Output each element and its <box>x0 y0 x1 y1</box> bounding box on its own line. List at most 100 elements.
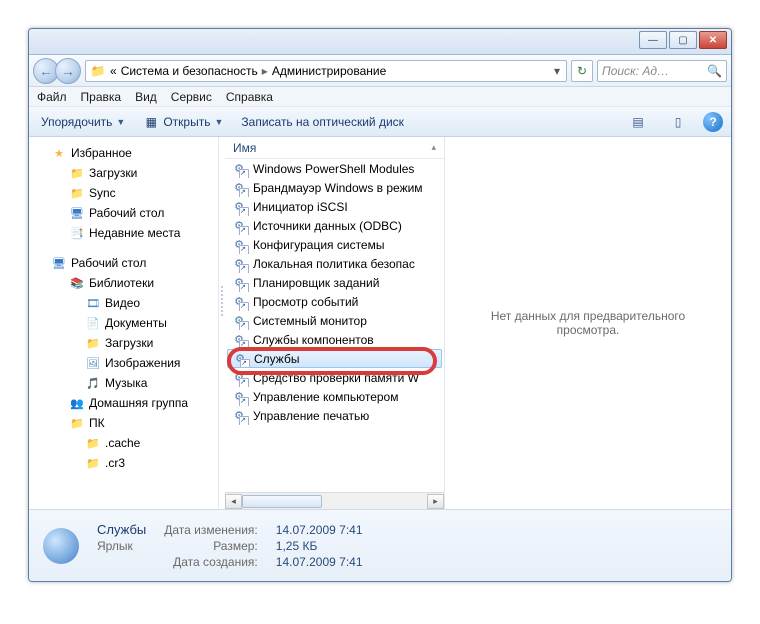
breadcrumb-admin[interactable]: Администрирование <box>272 64 386 78</box>
music-icon: 🎵 <box>85 376 101 390</box>
file-name: Управление компьютером <box>253 390 398 404</box>
file-name: Windows PowerShell Modules <box>253 162 414 176</box>
body: ★ Избранное 📁Загрузки 📁Sync 🖥Рабочий сто… <box>29 137 731 509</box>
homegroup-icon: 👥 <box>69 396 85 410</box>
menu-help[interactable]: Справка <box>226 90 273 104</box>
preview-empty-text: Нет данных для предварительного просмотр… <box>465 309 711 337</box>
help-button[interactable]: ? <box>703 112 723 132</box>
tree-fav-sync[interactable]: 📁 Sync <box>29 183 218 203</box>
organize-label: Упорядочить <box>41 115 112 129</box>
tree-favorites[interactable]: ★ Избранное <box>29 143 218 163</box>
tree-desktop[interactable]: 🖥Рабочий стол <box>29 253 218 273</box>
file-row[interactable]: ⚙ Управление компьютером <box>225 387 444 406</box>
file-name: Источники данных (ODBC) <box>253 219 402 233</box>
shortcut-icon: ⚙ <box>231 313 247 329</box>
menu-view[interactable]: Вид <box>135 90 157 104</box>
breadcrumb-system[interactable]: Система и безопасность <box>121 64 258 78</box>
tree-lib-documents[interactable]: 📄 Документы <box>29 313 218 333</box>
gear-icon <box>43 528 79 564</box>
file-pane: Имя ▴ ⚙Windows PowerShell Modules⚙Брандм… <box>225 137 445 509</box>
tree-fav-downloads[interactable]: 📁Загрузки <box>29 163 218 183</box>
menu-file[interactable]: Файл <box>37 90 67 104</box>
minimize-button[interactable]: — <box>639 31 667 49</box>
folder-icon: 📁 <box>85 456 101 470</box>
file-row[interactable]: ⚙Средство проверки памяти W <box>225 368 444 387</box>
shortcut-icon: ⚙ <box>231 256 247 272</box>
shortcut-icon: ⚙ <box>231 218 247 234</box>
tree-pc[interactable]: 📁ПК <box>29 413 218 433</box>
file-row[interactable]: ⚙Брандмауэр Windows в режим <box>225 178 444 197</box>
tree-pc-cr3[interactable]: 📁 .cr3 <box>29 453 218 473</box>
file-row[interactable]: ⚙ Источники данных (ODBC) <box>225 216 444 235</box>
details-size-label: Размер: <box>164 539 258 553</box>
file-row[interactable]: ⚙Службы <box>227 349 442 368</box>
shortcut-icon: ⚙ <box>231 408 247 424</box>
nav-tree: ★ Избранное 📁Загрузки 📁Sync 🖥Рабочий сто… <box>29 137 219 509</box>
file-row[interactable]: ⚙Управление печатью <box>225 406 444 425</box>
file-row[interactable]: ⚙Локальная политика безопас <box>225 254 444 273</box>
file-row[interactable]: ⚙Системный монитор <box>225 311 444 330</box>
tree-pc-cache[interactable]: 📁.cache <box>29 433 218 453</box>
scroll-thumb[interactable] <box>242 495 322 508</box>
file-name: Планировщик заданий <box>253 276 379 290</box>
tree-lib-downloads[interactable]: 📁 Загрузки <box>29 333 218 353</box>
tree-lib-images[interactable]: 🖼Изображения <box>29 353 218 373</box>
desktop-icon: 🖥 <box>51 256 67 270</box>
h-scrollbar[interactable]: ◂ ▸ <box>225 492 444 509</box>
folder-icon: 📁 <box>85 336 101 350</box>
label: Загрузки <box>89 166 137 180</box>
menu-edit[interactable]: Правка <box>81 90 122 104</box>
refresh-button[interactable]: ↻ <box>571 60 593 82</box>
file-row[interactable]: ⚙Windows PowerShell Modules <box>225 159 444 178</box>
tree-fav-desktop[interactable]: 🖥Рабочий стол <box>29 203 218 223</box>
preview-pane: Нет данных для предварительного просмотр… <box>445 137 731 509</box>
burn-label: Записать на оптический диск <box>241 115 404 129</box>
document-icon: 📄 <box>85 316 101 330</box>
toolbar: Упорядочить ▼ ▦ Открыть ▼ Записать на оп… <box>29 107 731 137</box>
tree-fav-recent[interactable]: 📑Недавние места <box>29 223 218 243</box>
label: Документы <box>105 316 167 330</box>
scroll-right-button[interactable]: ▸ <box>427 494 444 509</box>
video-icon: 🎞 <box>85 296 101 310</box>
file-list: ⚙Windows PowerShell Modules⚙Брандмауэр W… <box>225 159 444 492</box>
library-icon: 📚 <box>69 276 85 290</box>
search-input[interactable]: Поиск: Ад… 🔍 <box>597 60 727 82</box>
tree-lib-video[interactable]: 🎞Видео <box>29 293 218 313</box>
burn-button[interactable]: Записать на оптический диск <box>237 113 408 131</box>
label: ПК <box>89 416 105 430</box>
forward-button[interactable]: → <box>55 58 81 84</box>
file-row[interactable]: ⚙Инициатор iSCSI <box>225 197 444 216</box>
column-header-name[interactable]: Имя ▴ <box>225 137 444 159</box>
folder-icon: 📁 <box>85 436 101 450</box>
details-icon <box>39 524 83 568</box>
details-size-value: 1,25 КБ <box>276 539 363 553</box>
tree-homegroup[interactable]: 👥Домашняя группа <box>29 393 218 413</box>
address-bar[interactable]: 📁 « Система и безопасность ▸ Администрир… <box>85 60 567 82</box>
close-button[interactable]: ✕ <box>699 31 727 49</box>
view-mode-button[interactable]: ▤ <box>623 112 653 132</box>
label: Загрузки <box>105 336 153 350</box>
folder-icon: 📁 <box>90 63 106 79</box>
preview-pane-button[interactable]: ▯ <box>663 112 693 132</box>
scroll-left-button[interactable]: ◂ <box>225 494 242 509</box>
open-button[interactable]: ▦ Открыть ▼ <box>139 112 227 132</box>
file-row[interactable]: ⚙Просмотр событий <box>225 292 444 311</box>
label: .cr3 <box>105 456 125 470</box>
label: Рабочий стол <box>89 206 164 220</box>
shortcut-icon: ⚙ <box>231 389 247 405</box>
open-label: Открыть <box>163 115 210 129</box>
file-row[interactable]: ⚙Планировщик заданий <box>225 273 444 292</box>
chevron-down-icon: ▼ <box>214 117 223 127</box>
scroll-track[interactable] <box>242 494 427 509</box>
organize-button[interactable]: Упорядочить ▼ <box>37 113 129 131</box>
label: Sync <box>89 186 116 200</box>
details-pane: Службы Дата изменения: 14.07.2009 7:41 Я… <box>29 509 731 581</box>
maximize-button[interactable]: ▢ <box>669 31 697 49</box>
menu-service[interactable]: Сервис <box>171 90 212 104</box>
file-row[interactable]: ⚙Конфигурация системы <box>225 235 444 254</box>
tree-lib-music[interactable]: 🎵Музыка <box>29 373 218 393</box>
tree-libraries[interactable]: 📚Библиотеки <box>29 273 218 293</box>
folder-icon: 📁 <box>69 186 85 200</box>
address-dropdown[interactable]: ▾ <box>552 64 562 78</box>
file-row[interactable]: ⚙Службы компонентов <box>225 330 444 349</box>
